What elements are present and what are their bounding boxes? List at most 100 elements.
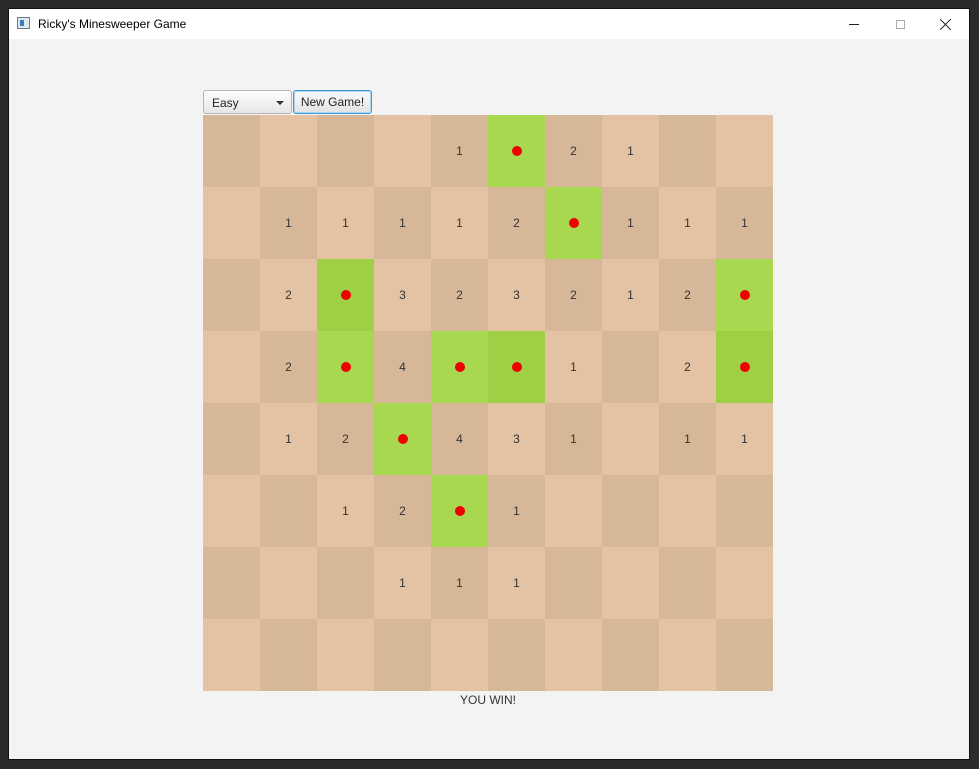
maximize-button[interactable] (877, 9, 923, 39)
cell-number: 2 (285, 360, 292, 374)
board-cell[interactable] (317, 115, 374, 187)
board-cell[interactable]: 1 (545, 331, 602, 403)
board-cell[interactable] (602, 619, 659, 691)
board-cell[interactable]: 2 (545, 259, 602, 331)
board-cell-mine[interactable] (431, 475, 488, 547)
board-cell[interactable] (260, 619, 317, 691)
cell-number: 1 (456, 576, 463, 590)
board-cell[interactable] (203, 259, 260, 331)
board-cell[interactable] (203, 475, 260, 547)
board-cell[interactable]: 1 (260, 403, 317, 475)
board-cell[interactable]: 1 (374, 187, 431, 259)
board-cell[interactable] (716, 115, 773, 187)
cell-number: 1 (456, 144, 463, 158)
board-cell[interactable] (203, 619, 260, 691)
board-cell[interactable]: 2 (488, 187, 545, 259)
board-cell[interactable] (602, 403, 659, 475)
board-cell[interactable]: 1 (431, 187, 488, 259)
board-cell[interactable] (659, 475, 716, 547)
board-cell[interactable] (488, 619, 545, 691)
board-cell[interactable]: 2 (317, 403, 374, 475)
board-cell-mine[interactable] (317, 331, 374, 403)
minesweeper-board: 1 2 1 1 1 1 1 2 1 1 1 2 3 2 3 2 1 2 2 4 1 2 1 2 4 3 1 1 1 1 2 1 1 1 1 (203, 115, 773, 691)
board-cell[interactable] (431, 619, 488, 691)
board-cell[interactable]: 2 (431, 259, 488, 331)
board-cell[interactable] (317, 619, 374, 691)
board-cell[interactable]: 1 (659, 403, 716, 475)
mine-icon (739, 290, 750, 300)
board-cell[interactable]: 2 (374, 475, 431, 547)
board-cell[interactable] (602, 331, 659, 403)
board-cell[interactable]: 1 (716, 187, 773, 259)
board-cell-mine[interactable] (716, 259, 773, 331)
board-cell[interactable] (260, 115, 317, 187)
mine-icon (454, 506, 465, 516)
board-cell[interactable]: 1 (602, 187, 659, 259)
board-cell[interactable] (545, 619, 602, 691)
board-cell[interactable]: 1 (716, 403, 773, 475)
app-icon (17, 17, 30, 29)
new-game-button[interactable]: New Game! (293, 90, 372, 114)
board-cell[interactable]: 1 (431, 547, 488, 619)
board-cell[interactable]: 1 (488, 547, 545, 619)
board-cell[interactable]: 1 (602, 259, 659, 331)
board-cell[interactable]: 4 (374, 331, 431, 403)
board-cell[interactable] (374, 115, 431, 187)
cell-number: 2 (399, 504, 406, 518)
board-cell[interactable]: 1 (602, 115, 659, 187)
board-cell[interactable]: 1 (260, 187, 317, 259)
board-cell[interactable]: 1 (317, 187, 374, 259)
board-cell[interactable] (602, 547, 659, 619)
board-cell[interactable]: 1 (317, 475, 374, 547)
board-cell-mine[interactable] (488, 115, 545, 187)
board-cell[interactable] (659, 619, 716, 691)
board-cell-mine[interactable] (431, 331, 488, 403)
board-cell[interactable] (545, 475, 602, 547)
board-cell[interactable]: 3 (374, 259, 431, 331)
board-cell[interactable]: 3 (488, 403, 545, 475)
board-cell[interactable] (545, 547, 602, 619)
close-button[interactable] (923, 9, 969, 39)
board-cell[interactable]: 1 (488, 475, 545, 547)
minimize-button[interactable] (831, 9, 877, 39)
board-cell[interactable] (659, 115, 716, 187)
board-cell[interactable]: 1 (374, 547, 431, 619)
cell-number: 2 (684, 360, 691, 374)
board-cell[interactable] (203, 547, 260, 619)
board-cell[interactable] (203, 331, 260, 403)
board-cell-mine[interactable] (374, 403, 431, 475)
board-cell-mine[interactable] (545, 187, 602, 259)
board-cell[interactable]: 1 (545, 403, 602, 475)
board-cell[interactable]: 2 (260, 259, 317, 331)
board-cell[interactable] (203, 115, 260, 187)
board-cell[interactable]: 3 (488, 259, 545, 331)
board-cell[interactable] (659, 547, 716, 619)
board-cell[interactable] (203, 403, 260, 475)
board-cell[interactable] (317, 547, 374, 619)
board-cell[interactable]: 1 (659, 187, 716, 259)
board-cell[interactable] (716, 547, 773, 619)
board-cell-mine[interactable] (716, 331, 773, 403)
board-cell[interactable]: 2 (659, 259, 716, 331)
board-cell[interactable]: 2 (659, 331, 716, 403)
cell-number: 1 (570, 360, 577, 374)
board-cell[interactable] (374, 619, 431, 691)
board-cell-mine[interactable] (488, 331, 545, 403)
board-cell[interactable] (203, 187, 260, 259)
board-cell[interactable]: 1 (431, 115, 488, 187)
app-window: Ricky's Minesweeper Game Easy New Game! … (9, 9, 969, 759)
cell-number: 1 (627, 288, 634, 302)
board-cell[interactable]: 4 (431, 403, 488, 475)
board-cell[interactable] (716, 475, 773, 547)
board-cell[interactable] (260, 547, 317, 619)
board-cell-mine[interactable] (317, 259, 374, 331)
board-cell[interactable]: 2 (260, 331, 317, 403)
close-icon (940, 18, 952, 30)
board-cell[interactable] (602, 475, 659, 547)
cell-number: 1 (399, 576, 406, 590)
board-cell[interactable] (260, 475, 317, 547)
board-cell[interactable] (716, 619, 773, 691)
cell-number: 1 (342, 504, 349, 518)
board-cell[interactable]: 2 (545, 115, 602, 187)
difficulty-select[interactable]: Easy (203, 90, 292, 114)
